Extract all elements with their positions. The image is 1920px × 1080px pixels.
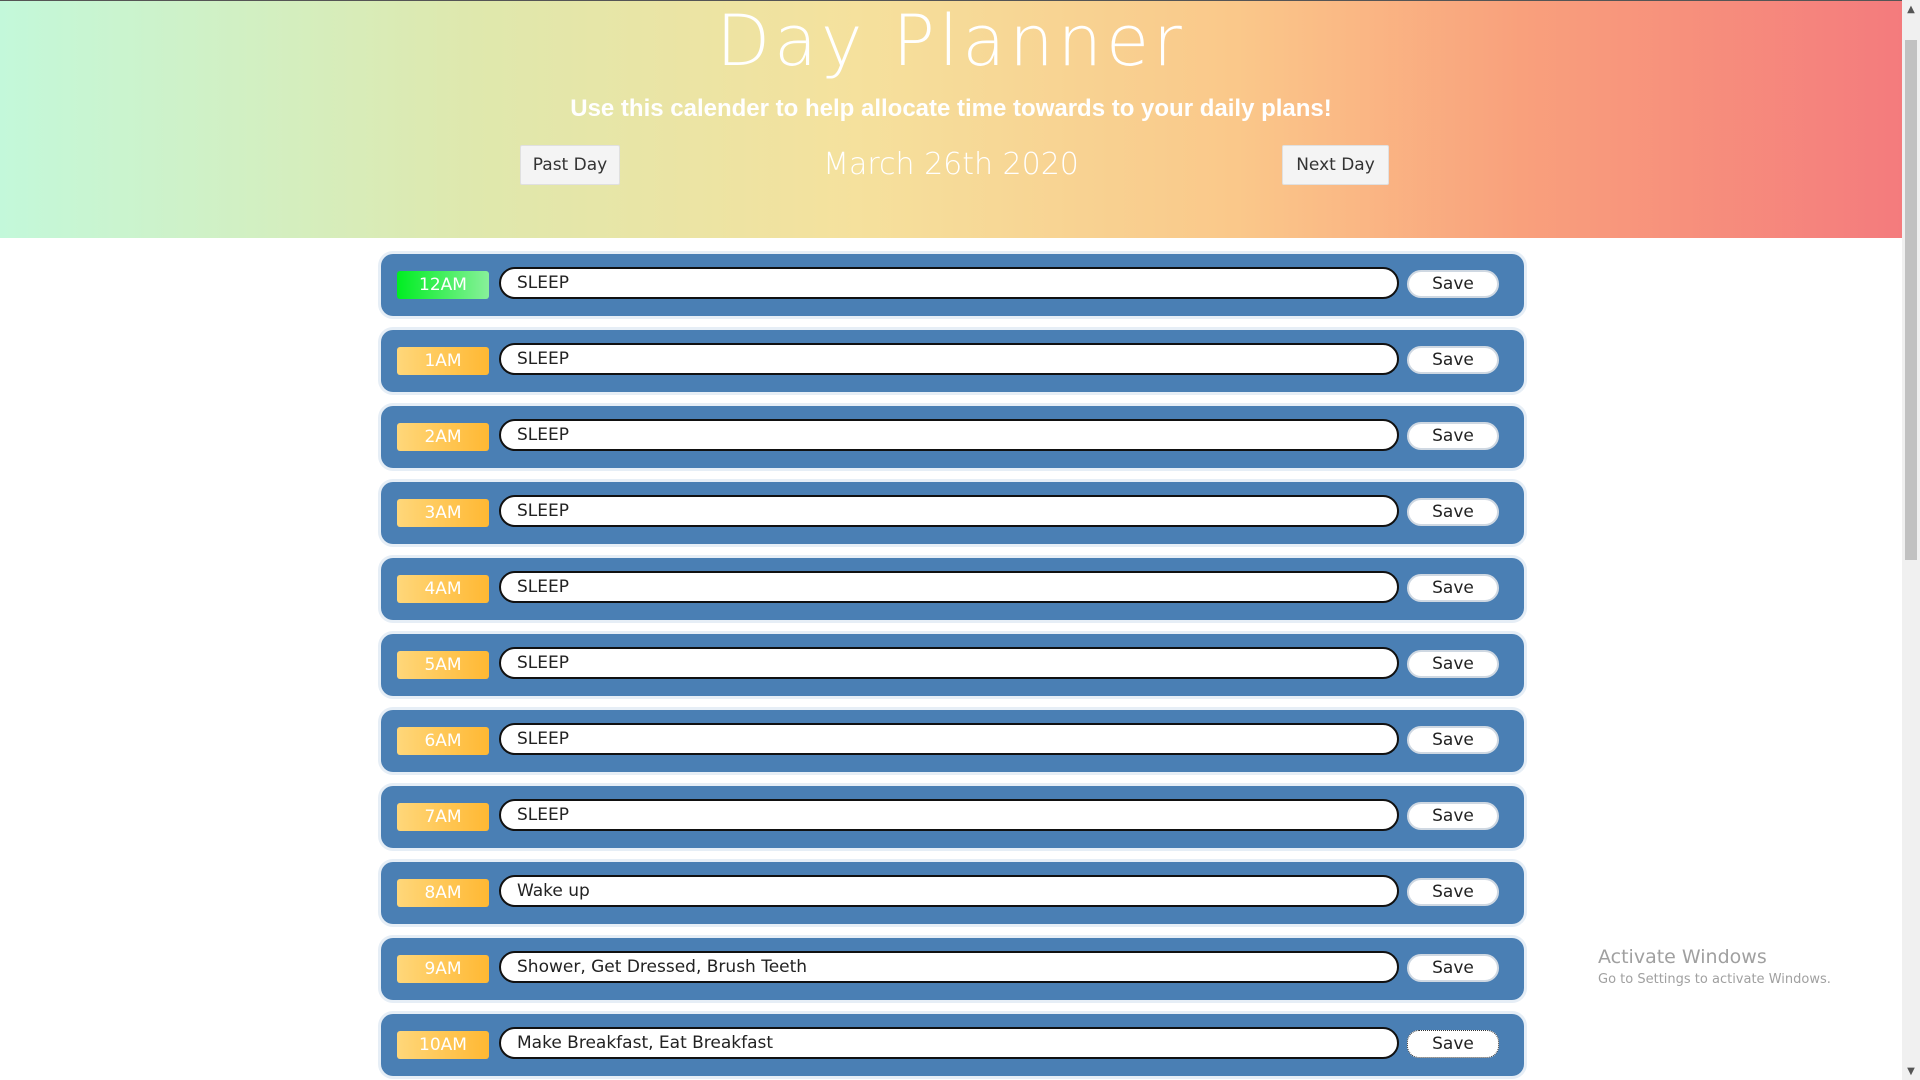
- save-button[interactable]: Save: [1407, 270, 1499, 298]
- task-input[interactable]: SLEEP: [499, 647, 1399, 679]
- next-day-button[interactable]: Next Day: [1282, 145, 1389, 185]
- hour-label: 4AM: [397, 575, 489, 603]
- task-input[interactable]: SLEEP: [499, 495, 1399, 527]
- hour-label: 2AM: [397, 423, 489, 451]
- task-input[interactable]: SLEEP: [499, 343, 1399, 375]
- hour-row: 1AM SLEEP Save: [381, 330, 1524, 392]
- page-subtitle: Use this calender to help allocate time …: [570, 95, 1332, 122]
- task-input[interactable]: SLEEP: [499, 799, 1399, 831]
- task-input[interactable]: SLEEP: [499, 267, 1399, 299]
- hour-row: 4AM SLEEP Save: [381, 558, 1524, 620]
- hour-label: 3AM: [397, 499, 489, 527]
- scroll-up-icon[interactable]: ▲: [1902, 0, 1920, 18]
- save-button[interactable]: Save: [1407, 954, 1499, 982]
- save-button[interactable]: Save: [1407, 574, 1499, 602]
- task-input[interactable]: SLEEP: [499, 419, 1399, 451]
- vertical-scrollbar[interactable]: ▲ ▼: [1902, 0, 1920, 1080]
- hour-label: 6AM: [397, 727, 489, 755]
- hour-label: 12AM: [397, 271, 489, 299]
- header: Day Planner Use this calender to help al…: [0, 0, 1902, 238]
- page-title: Day Planner: [716, 0, 1186, 82]
- save-button[interactable]: Save: [1407, 1030, 1499, 1058]
- save-button[interactable]: Save: [1407, 346, 1499, 374]
- hour-row: 8AM Wake up Save: [381, 862, 1524, 924]
- task-input[interactable]: SLEEP: [499, 571, 1399, 603]
- save-button[interactable]: Save: [1407, 726, 1499, 754]
- page: Day Planner Use this calender to help al…: [0, 0, 1920, 1080]
- scroll-down-icon[interactable]: ▼: [1902, 1062, 1920, 1080]
- hour-row: 10AM Make Breakfast, Eat Breakfast Save: [381, 1014, 1524, 1076]
- hour-label: 5AM: [397, 651, 489, 679]
- save-button[interactable]: Save: [1407, 498, 1499, 526]
- hour-row: 3AM SLEEP Save: [381, 482, 1524, 544]
- scrollbar-thumb[interactable]: [1905, 40, 1917, 560]
- task-input[interactable]: Shower, Get Dressed, Brush Teeth: [499, 951, 1399, 983]
- save-button[interactable]: Save: [1407, 650, 1499, 678]
- save-button[interactable]: Save: [1407, 422, 1499, 450]
- hour-row: 9AM Shower, Get Dressed, Brush Teeth Sav…: [381, 938, 1524, 1000]
- task-input[interactable]: SLEEP: [499, 723, 1399, 755]
- task-input[interactable]: Wake up: [499, 875, 1399, 907]
- watermark-subtitle: Go to Settings to activate Windows.: [1598, 972, 1831, 987]
- hour-label: 10AM: [397, 1031, 489, 1059]
- save-button[interactable]: Save: [1407, 802, 1499, 830]
- activate-windows-watermark: Activate Windows Go to Settings to activ…: [1598, 946, 1831, 987]
- watermark-title: Activate Windows: [1598, 946, 1767, 968]
- hour-row: 6AM SLEEP Save: [381, 710, 1524, 772]
- save-button[interactable]: Save: [1407, 878, 1499, 906]
- hour-label: 7AM: [397, 803, 489, 831]
- hour-label: 9AM: [397, 955, 489, 983]
- hour-row: 2AM SLEEP Save: [381, 406, 1524, 468]
- hour-row: 5AM SLEEP Save: [381, 634, 1524, 696]
- hour-label: 8AM: [397, 879, 489, 907]
- hour-row: 7AM SLEEP Save: [381, 786, 1524, 848]
- current-date: March 26th 2020: [823, 147, 1079, 182]
- hour-rows: 12AM SLEEP Save 1AM SLEEP Save 2AM SLEEP…: [381, 254, 1524, 1080]
- task-input[interactable]: Make Breakfast, Eat Breakfast: [499, 1027, 1399, 1059]
- hour-row: 12AM SLEEP Save: [381, 254, 1524, 316]
- hour-label: 1AM: [397, 347, 489, 375]
